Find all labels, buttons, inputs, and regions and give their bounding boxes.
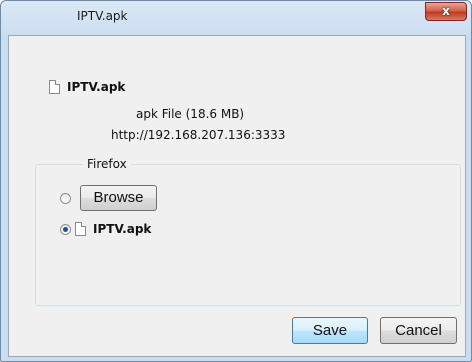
- title-bar[interactable]: IPTV.apk x: [1, 1, 471, 35]
- save-button[interactable]: Save: [292, 317, 368, 344]
- groupbox-label: Firefox: [83, 157, 131, 171]
- file-name: IPTV.apk: [67, 80, 126, 94]
- close-icon: x: [442, 4, 450, 18]
- browse-button[interactable]: Browse: [80, 185, 157, 211]
- window-title: IPTV.apk: [77, 9, 128, 23]
- close-button[interactable]: x: [425, 2, 467, 21]
- file-icon: [49, 80, 60, 94]
- file-radio[interactable]: [60, 224, 71, 235]
- file-icon: [75, 222, 86, 236]
- selected-file-name: IPTV.apk: [93, 222, 152, 236]
- file-source-url: http://192.168.207.136:3333: [111, 128, 286, 142]
- browse-radio[interactable]: [60, 193, 71, 204]
- dialog-body: IPTV.apk apk File (18.6 MB) http://192.1…: [8, 35, 466, 357]
- download-dialog-window: IPTV.apk x IPTV.apk apk File (18.6 MB) h…: [0, 0, 472, 362]
- cancel-button[interactable]: Cancel: [380, 317, 457, 344]
- file-type-size: apk File (18.6 MB): [136, 107, 245, 121]
